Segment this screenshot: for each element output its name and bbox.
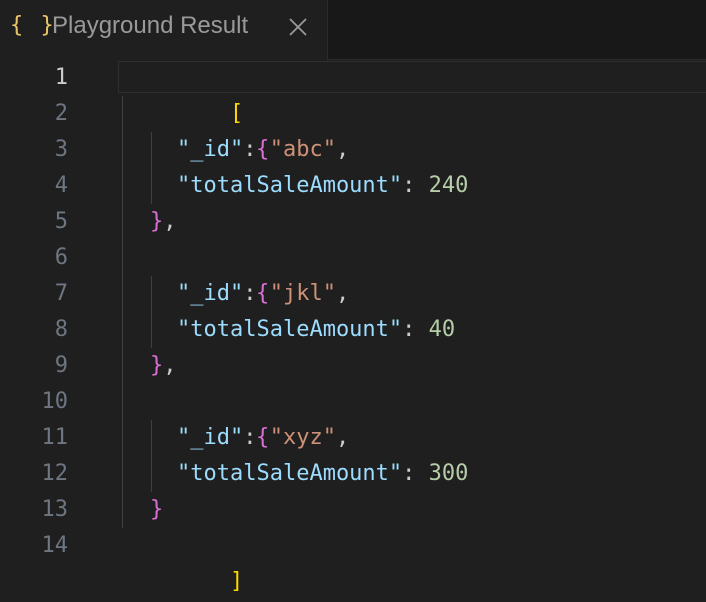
code-line: }, xyxy=(150,348,177,384)
comma: , xyxy=(335,281,350,306)
colon: : xyxy=(243,425,270,450)
comma: , xyxy=(335,137,350,162)
colon: : xyxy=(243,281,270,306)
playground-result-window: { } Playground Result 1 2 3 4 5 6 7 8 9 … xyxy=(0,0,706,602)
colon: : xyxy=(402,173,429,198)
json-string-value: "xyz" xyxy=(269,425,336,450)
code-line: } xyxy=(150,492,163,528)
line-number: 6 xyxy=(54,245,68,270)
code-line: "totalSaleAmount": 40 xyxy=(177,312,455,348)
comma: , xyxy=(335,425,350,450)
tab-title: Playground Result xyxy=(52,12,249,39)
line-number: 12 xyxy=(41,461,69,486)
line-number: 5 xyxy=(54,209,68,234)
json-editor[interactable]: 1 2 3 4 5 6 7 8 9 10 11 12 13 14 [{"_i… xyxy=(0,60,706,602)
object-close-brace: } xyxy=(150,497,164,522)
code-line: "totalSaleAmount": 300 xyxy=(177,456,468,492)
code-line: "totalSaleAmount": 240 xyxy=(177,168,468,204)
json-key: "_id" xyxy=(177,425,244,450)
code-line: "_id": "abc", xyxy=(177,132,349,168)
comma: , xyxy=(163,209,177,234)
json-key: "totalSaleAmount" xyxy=(177,461,403,486)
line-number: 9 xyxy=(54,353,68,378)
json-string-value: "abc" xyxy=(269,137,336,162)
code-line: ] xyxy=(124,528,243,594)
code-line: [ xyxy=(124,60,243,126)
tab-playground-result[interactable]: { } Playground Result xyxy=(0,0,328,60)
json-number-value: 240 xyxy=(428,173,469,198)
line-number: 3 xyxy=(54,137,68,162)
json-key: "totalSaleAmount" xyxy=(177,173,403,198)
line-number: 14 xyxy=(41,533,69,558)
close-icon[interactable] xyxy=(285,14,311,40)
code-line: }, xyxy=(150,204,177,240)
line-number: 10 xyxy=(41,389,69,414)
code-line: { xyxy=(150,96,269,162)
array-close-bracket: ] xyxy=(229,569,244,594)
json-key: "totalSaleAmount" xyxy=(177,317,403,342)
code-line: "_id": "jkl", xyxy=(177,276,349,312)
json-number-value: 300 xyxy=(428,461,469,486)
code-line: { xyxy=(150,240,269,306)
json-braces-icon: { } xyxy=(10,13,56,38)
tab-bar: { } Playground Result xyxy=(0,0,706,60)
line-number: 2 xyxy=(54,101,68,126)
object-close-brace: } xyxy=(150,209,164,234)
json-key: "_id" xyxy=(177,137,244,162)
code-line: "_id": "xyz", xyxy=(177,420,349,456)
line-number: 1 xyxy=(54,65,68,90)
colon: : xyxy=(243,137,270,162)
object-close-brace: } xyxy=(150,353,164,378)
line-number: 11 xyxy=(41,425,69,450)
indent-guide xyxy=(122,96,123,528)
json-number-value: 40 xyxy=(428,317,456,342)
colon: : xyxy=(402,317,429,342)
json-string-value: "jkl" xyxy=(269,281,336,306)
json-key: "_id" xyxy=(177,281,244,306)
line-number: 7 xyxy=(54,281,68,306)
line-number: 4 xyxy=(54,173,68,198)
code-line: { xyxy=(150,384,269,450)
line-number: 13 xyxy=(41,497,69,522)
colon: : xyxy=(402,461,429,486)
line-number: 8 xyxy=(54,317,68,342)
comma: , xyxy=(163,353,177,378)
